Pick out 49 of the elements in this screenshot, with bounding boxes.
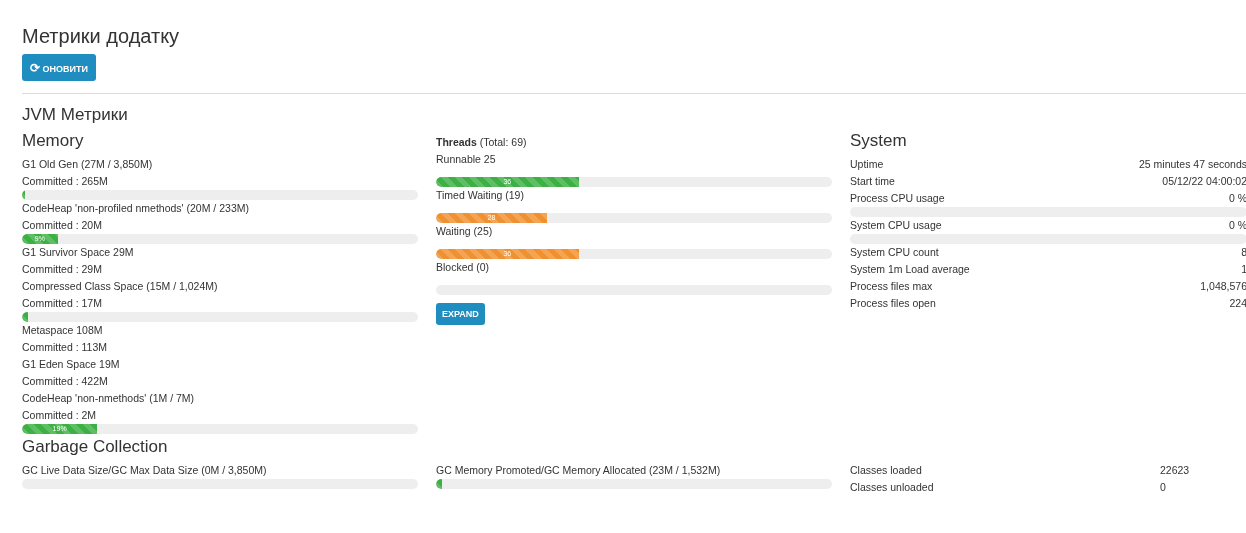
classes-value: 0 xyxy=(1160,480,1167,495)
metric-value: 05/12/22 04:00:02 xyxy=(1162,174,1246,189)
committed-label: Committed : 20M xyxy=(22,218,103,233)
classes-value: 22623 xyxy=(1160,463,1191,478)
expand-button[interactable]: EXPAND xyxy=(436,303,485,325)
metric-label: Process files open xyxy=(850,296,936,311)
classes-label: Classes loaded xyxy=(850,463,923,478)
metric-label: Start time xyxy=(850,174,895,189)
metric-value: 1 xyxy=(1241,262,1246,277)
gc-metric-label: GC Memory Promoted/GC Memory Allocated (23M / 1,532M) xyxy=(436,463,722,478)
page-title: Метрики додатку xyxy=(22,24,181,48)
system-heading: System xyxy=(850,130,908,152)
memory-heading: Memory xyxy=(22,130,85,152)
thread-state-label: Waiting (25) xyxy=(436,224,494,239)
garbage-collection-heading: Garbage Collection xyxy=(22,436,169,458)
memory-pool-label: CodeHeap 'non-nmethods' (1M / 7M) xyxy=(22,391,196,406)
threads-heading: Threads xyxy=(436,136,477,148)
memory-pool-label: CodeHeap 'non-profiled nmethods' (20M / 233M) xyxy=(22,201,250,216)
metric-value: 8 xyxy=(1241,245,1246,260)
metric-label: System CPU usage xyxy=(850,218,942,233)
metric-value: 224 xyxy=(1229,296,1246,311)
refresh-button[interactable]: ⟳ ОНОВИТИ xyxy=(22,54,96,81)
metric-label: System 1m Load average xyxy=(850,262,970,277)
metric-value: 1,048,576 xyxy=(1200,279,1246,294)
metric-value: 0 % xyxy=(1228,218,1246,233)
classes-label: Classes unloaded xyxy=(850,480,935,495)
section-title: JVM Метрики xyxy=(22,104,129,126)
thread-state-label: Blocked (0) xyxy=(436,260,491,275)
committed-label: Committed : 113M xyxy=(22,340,108,355)
thread-state-label: Runnable 25 xyxy=(436,152,497,167)
metric-label: System CPU count xyxy=(850,245,939,260)
committed-label: Committed : 29M xyxy=(22,262,103,277)
metric-label: Process files max xyxy=(850,279,933,294)
metric-value: 0 % xyxy=(1228,191,1246,206)
metric-value: 25 minutes 47 seconds xyxy=(1139,157,1246,172)
memory-pool-label: Metaspace 108M xyxy=(22,323,104,338)
committed-label: Committed : 265M xyxy=(22,174,109,189)
committed-label: Committed : 17M xyxy=(22,296,103,311)
memory-pool-label: G1 Old Gen (27M / 3,850M) xyxy=(22,157,154,172)
committed-label: Committed : 422M xyxy=(22,374,109,389)
committed-label: Committed : 2M xyxy=(22,408,98,423)
thread-state-label: Timed Waiting (19) xyxy=(436,188,525,203)
memory-pool-label: Compressed Class Space (15M / 1,024M) xyxy=(22,279,219,294)
metric-label: Uptime xyxy=(850,157,884,172)
gc-metric-label: GC Live Data Size/GC Max Data Size (0M / 3,850M) xyxy=(22,463,268,478)
threads-total: (Total: 69) xyxy=(479,136,527,148)
memory-pool-label: G1 Survivor Space 29M xyxy=(22,245,135,260)
metric-label: Process CPU usage xyxy=(850,191,945,206)
memory-pool-label: G1 Eden Space 19M xyxy=(22,357,121,372)
